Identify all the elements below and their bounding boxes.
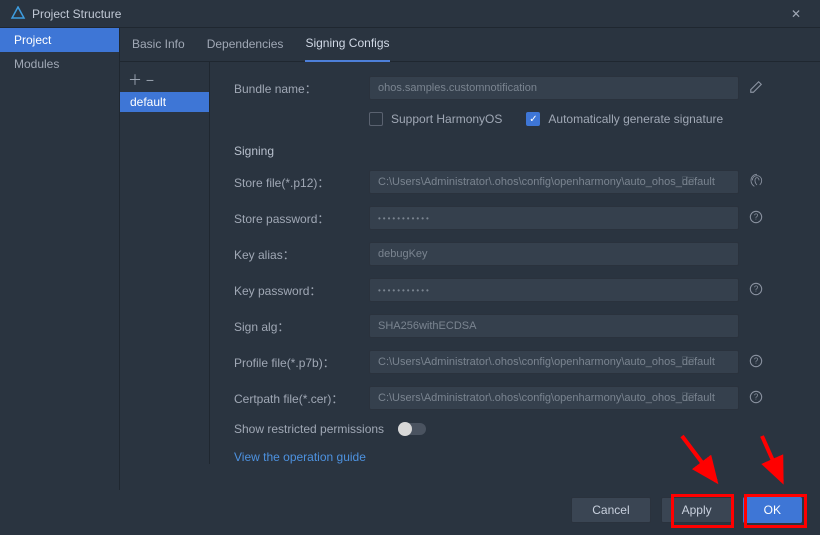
store-password-label: Store password： bbox=[234, 210, 369, 227]
app-logo-icon bbox=[10, 6, 26, 22]
support-harmonyos-checkbox[interactable] bbox=[369, 112, 383, 126]
tab-dependencies[interactable]: Dependencies bbox=[207, 29, 284, 61]
store-file-label: Store file(*.p12)： bbox=[234, 174, 369, 191]
key-alias-input[interactable] bbox=[369, 242, 739, 266]
svg-text:?: ? bbox=[754, 392, 759, 401]
dialog-title: Project Structure bbox=[32, 7, 782, 21]
sign-alg-label: Sign alg： bbox=[234, 318, 369, 335]
config-list: ＋ − default bbox=[120, 62, 210, 464]
help-icon[interactable]: ? bbox=[749, 354, 763, 371]
bundle-name-input[interactable] bbox=[369, 76, 739, 100]
tab-signing-configs[interactable]: Signing Configs bbox=[305, 28, 389, 62]
tab-basic-info[interactable]: Basic Info bbox=[132, 29, 185, 61]
help-icon[interactable]: ? bbox=[749, 210, 763, 227]
sidebar-item-label: Project bbox=[14, 33, 51, 47]
operation-guide-link[interactable]: View the operation guide bbox=[234, 450, 800, 464]
restricted-permissions-toggle[interactable] bbox=[398, 423, 426, 435]
close-icon[interactable]: ✕ bbox=[782, 0, 810, 28]
key-password-input[interactable] bbox=[369, 278, 739, 302]
cancel-button[interactable]: Cancel bbox=[571, 497, 650, 523]
folder-icon[interactable]: 🗀 bbox=[682, 172, 694, 193]
ok-button[interactable]: OK bbox=[743, 497, 802, 523]
svg-text:?: ? bbox=[754, 356, 759, 365]
sign-alg-input[interactable] bbox=[369, 314, 739, 338]
certpath-file-label: Certpath file(*.cer)： bbox=[234, 390, 369, 407]
signing-heading: Signing bbox=[234, 144, 800, 158]
help-icon[interactable]: ? bbox=[749, 282, 763, 299]
sidebar-item-project[interactable]: Project bbox=[0, 28, 119, 52]
profile-file-label: Profile file(*.p7b)： bbox=[234, 354, 369, 371]
apply-button[interactable]: Apply bbox=[661, 497, 733, 523]
sidebar: Project Modules bbox=[0, 28, 120, 490]
fingerprint-icon[interactable] bbox=[749, 173, 765, 192]
tabs: Basic Info Dependencies Signing Configs bbox=[120, 28, 820, 62]
folder-icon[interactable]: 🗀 bbox=[682, 388, 694, 409]
key-password-label: Key password： bbox=[234, 282, 369, 299]
key-alias-label: Key alias： bbox=[234, 246, 369, 263]
edit-icon[interactable] bbox=[749, 80, 763, 97]
sidebar-item-modules[interactable]: Modules bbox=[0, 52, 119, 76]
folder-icon[interactable]: 🗀 bbox=[682, 352, 694, 373]
bundle-name-label: Bundle name： bbox=[234, 80, 369, 97]
config-item-default[interactable]: default bbox=[120, 92, 209, 112]
auto-signature-label: Automatically generate signature bbox=[548, 112, 723, 126]
sidebar-item-label: Modules bbox=[14, 57, 59, 71]
auto-signature-checkbox[interactable]: ✓ bbox=[526, 112, 540, 126]
add-config-button[interactable]: ＋ − bbox=[128, 72, 154, 88]
svg-text:?: ? bbox=[754, 284, 759, 293]
store-password-input[interactable] bbox=[369, 206, 739, 230]
restricted-permissions-label: Show restricted permissions bbox=[234, 422, 384, 436]
help-icon[interactable]: ? bbox=[749, 390, 763, 407]
support-harmonyos-label: Support HarmonyOS bbox=[391, 112, 502, 126]
svg-text:?: ? bbox=[754, 212, 759, 221]
